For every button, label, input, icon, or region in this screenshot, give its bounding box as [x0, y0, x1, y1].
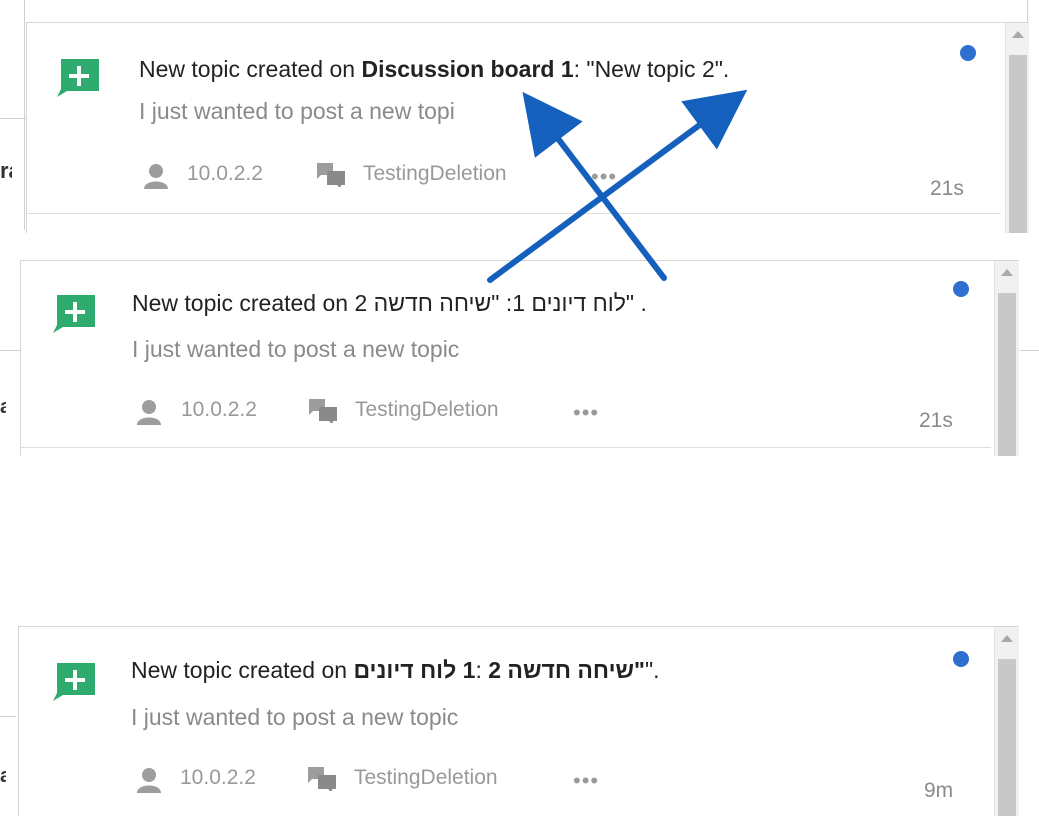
notification-excerpt: I just wanted to post a new topic — [132, 336, 460, 362]
user-ip[interactable]: 10.0.2.2 — [187, 161, 263, 187]
board-name[interactable]: TestingDeletion — [354, 765, 498, 791]
unread-indicator[interactable] — [960, 45, 976, 61]
chat-bubbles-icon — [309, 399, 337, 428]
unread-indicator[interactable] — [953, 281, 969, 297]
user-ip[interactable]: 10.0.2.2 — [181, 397, 257, 423]
frame-divider — [0, 118, 26, 119]
clipped-text-fragment: a — [0, 396, 6, 418]
row-divider — [21, 447, 991, 448]
board-name[interactable]: TestingDeletion — [363, 161, 507, 187]
scroll-up-icon[interactable] — [1012, 31, 1024, 38]
notification-panel: New topic created on Discussion board 1:… — [26, 22, 1029, 233]
notification-excerpt: I just wanted to post a new topi — [139, 98, 455, 124]
clipped-text-fragment: ra — [0, 160, 12, 182]
notification-title[interactable]: New topic created on Discussion board 1:… — [139, 55, 729, 83]
new-topic-icon — [55, 57, 101, 97]
scrollbar[interactable] — [994, 261, 1019, 456]
frame-divider — [0, 716, 16, 717]
timestamp: 21s — [930, 177, 964, 200]
frame-divider — [0, 350, 20, 351]
notification-panel: New topic created on 1 לוח דיונים: "שיחה… — [18, 626, 1019, 816]
timestamp: 21s — [919, 409, 953, 432]
notification-excerpt: I just wanted to post a new topic — [131, 704, 459, 730]
scroll-thumb[interactable] — [998, 659, 1016, 816]
scroll-thumb[interactable] — [1009, 55, 1027, 233]
more-dots-icon[interactable]: ••• — [573, 402, 599, 424]
chat-bubbles-icon — [308, 767, 336, 796]
clipped-text-fragment: a — [0, 765, 6, 787]
frame-divider — [1020, 350, 1039, 351]
unread-indicator[interactable] — [953, 651, 969, 667]
row-divider — [27, 213, 1001, 214]
person-icon — [137, 399, 161, 430]
scroll-up-icon[interactable] — [1001, 635, 1013, 642]
user-ip[interactable]: 10.0.2.2 — [180, 765, 256, 791]
board-name[interactable]: TestingDeletion — [355, 397, 499, 423]
person-icon — [144, 163, 168, 194]
new-topic-icon — [51, 661, 97, 701]
scroll-up-icon[interactable] — [1001, 269, 1013, 276]
notification-title[interactable]: New topic created on "לוח דיונים 1: "שיח… — [132, 289, 647, 317]
notification-title[interactable]: New topic created on 1 לוח דיונים: "שיחה… — [131, 656, 660, 684]
notification-panel: New topic created on "לוח דיונים 1: "שיח… — [20, 260, 1019, 456]
new-topic-icon — [51, 293, 97, 333]
more-dots-icon[interactable]: ••• — [573, 770, 599, 792]
scroll-thumb[interactable] — [998, 293, 1016, 456]
more-dots-icon[interactable]: ••• — [591, 166, 617, 188]
scrollbar[interactable] — [994, 627, 1019, 816]
person-icon — [137, 767, 161, 798]
timestamp: 9m — [924, 779, 954, 802]
scrollbar[interactable] — [1005, 23, 1029, 233]
frame-divider — [24, 0, 25, 230]
chat-bubbles-icon — [317, 163, 345, 192]
